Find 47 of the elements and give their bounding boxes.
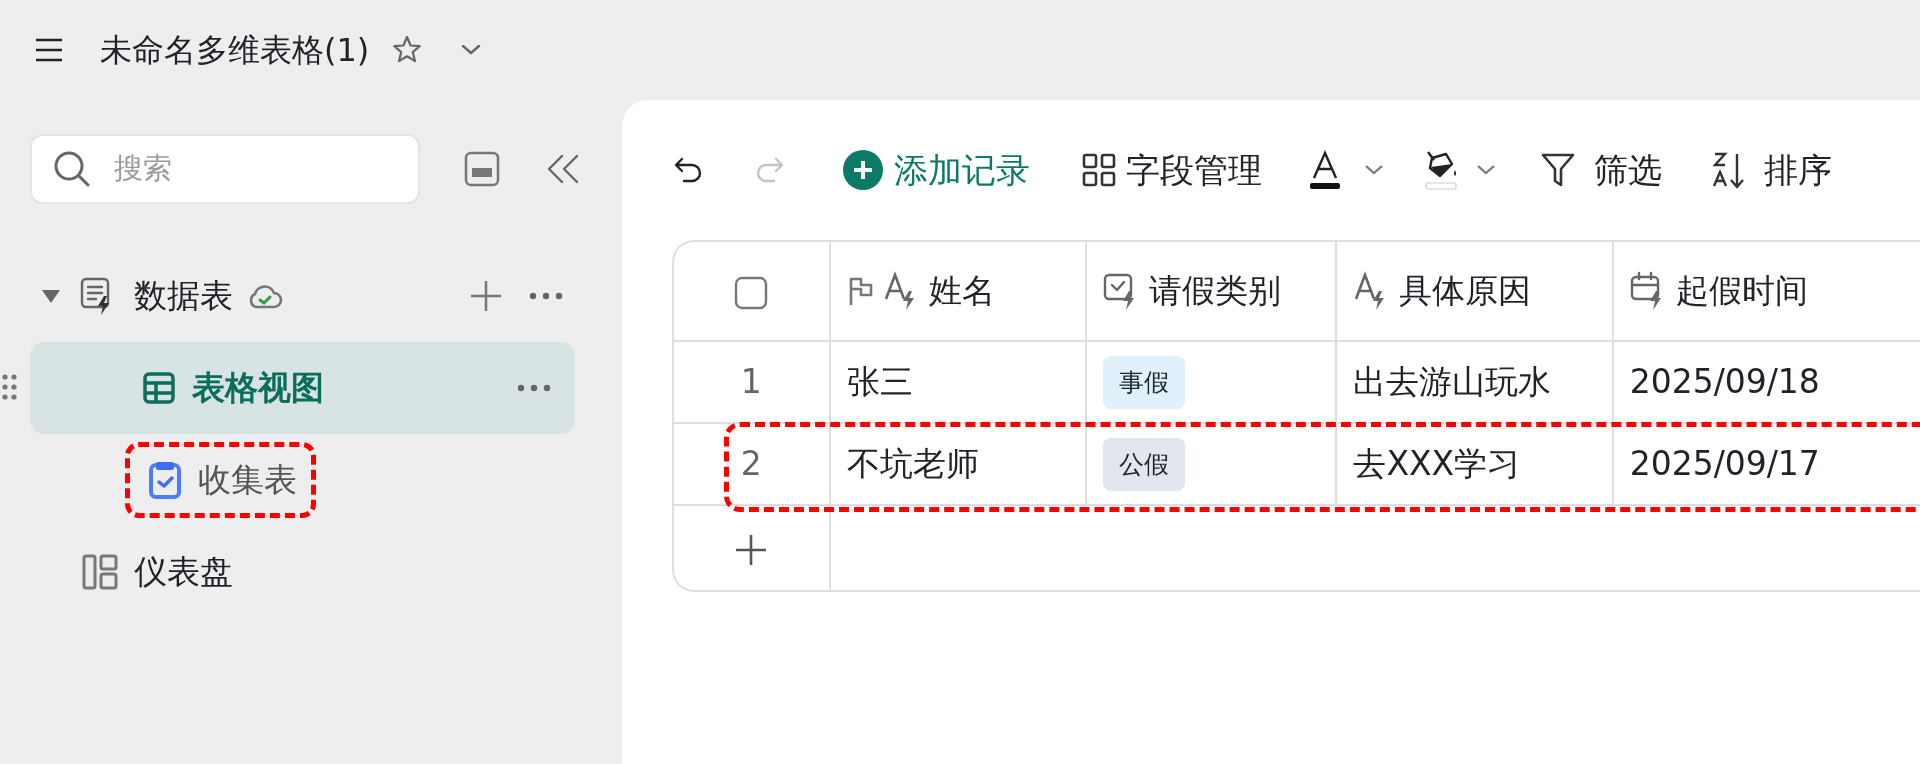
search-field[interactable]: 搜索	[30, 134, 420, 204]
sidebar-item[interactable]: 收集表	[148, 455, 297, 505]
search-icon	[52, 149, 92, 189]
panel-icon[interactable]	[464, 151, 500, 187]
text-color-button[interactable]	[1308, 150, 1384, 190]
checkbox-icon[interactable]	[734, 275, 769, 310]
menu-icon[interactable]	[34, 36, 64, 64]
more-icon[interactable]	[517, 383, 551, 393]
sort-button[interactable]: 排序	[1712, 144, 1832, 196]
table-cell: 2025/09/18	[1613, 342, 1920, 424]
chevron-down-icon	[1476, 164, 1496, 176]
option-tag: 事假	[1103, 355, 1186, 410]
column-header[interactable]: 具体原因	[1337, 242, 1614, 342]
table-cell: 张三	[830, 342, 1088, 424]
plus-icon[interactable]	[734, 532, 769, 567]
clipboard-check-icon	[148, 460, 182, 500]
plus-circle-icon	[842, 149, 884, 191]
table-cell: 2025/09/17	[1613, 424, 1920, 506]
search-input[interactable]: 搜索	[112, 146, 372, 192]
paint-bucket-icon	[1424, 150, 1458, 190]
sidebar-item[interactable]: 仪表盘	[30, 526, 575, 618]
filter-icon	[1540, 151, 1576, 189]
column-header[interactable]: 姓名	[830, 242, 1088, 342]
more-icon[interactable]	[529, 291, 563, 301]
plus-icon[interactable]	[469, 279, 503, 313]
chevron-down-icon	[1364, 164, 1384, 176]
sort-icon	[1712, 150, 1746, 190]
text-color-icon	[1308, 150, 1342, 190]
collapse-icon[interactable]	[546, 153, 580, 185]
table-cell: 出去游山玩水	[1337, 342, 1614, 424]
grid-icon	[142, 371, 176, 405]
dashboard-icon	[82, 554, 118, 590]
table-cell: 不坑老师	[830, 424, 1088, 506]
sidebar-item[interactable]: 数据表	[30, 250, 575, 342]
filter-button[interactable]: 筛选	[1540, 144, 1662, 196]
add-record-button[interactable]: 添加记录	[842, 144, 1030, 196]
fill-color-button[interactable]	[1424, 150, 1496, 190]
option-tag: 公假	[1103, 437, 1186, 492]
field-manager-button[interactable]: 字段管理	[1082, 144, 1262, 196]
column-header[interactable]: 请假类别	[1087, 242, 1338, 342]
grid-four-icon	[1082, 153, 1116, 187]
table-cell: 去XXX学习	[1337, 424, 1614, 506]
document-title: 未命名多维表格(1)	[100, 30, 370, 71]
row-number: 2	[674, 424, 831, 506]
row-number: 1	[674, 342, 831, 424]
drag-handle-icon[interactable]	[2, 374, 18, 400]
column-header[interactable]: 起假时间	[1613, 242, 1920, 342]
